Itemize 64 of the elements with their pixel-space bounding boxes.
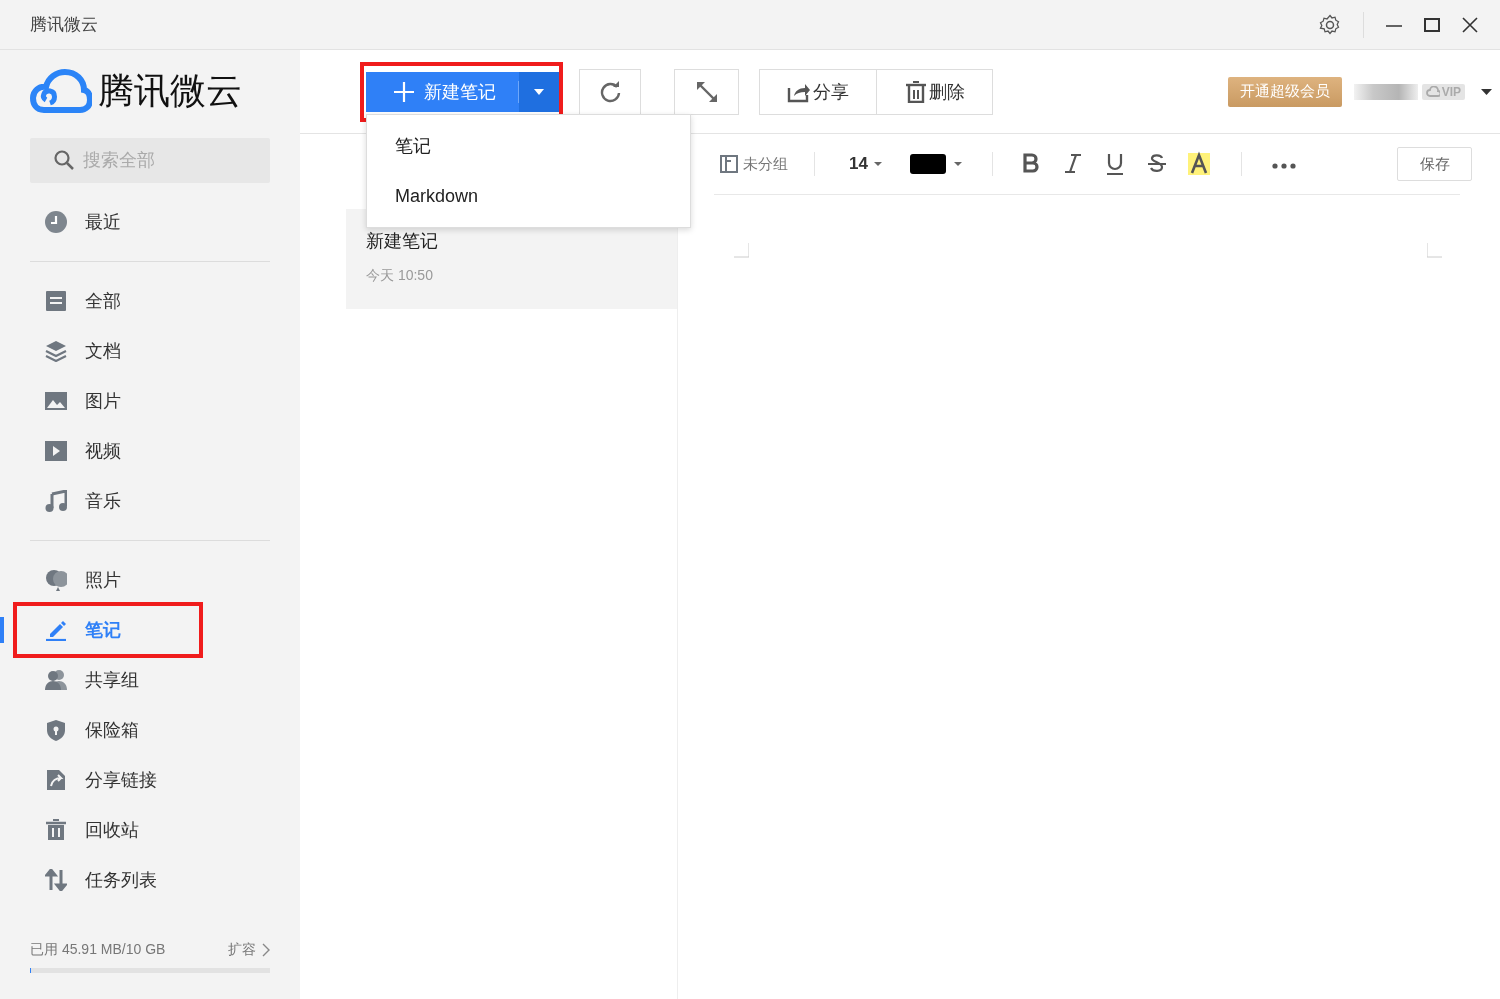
menu-item[interactable]: 笔记 [367, 121, 690, 171]
cloud-icon [1425, 86, 1440, 97]
share-arrow-icon [45, 769, 67, 791]
highlight-button[interactable] [1186, 151, 1211, 177]
blurred-username [1353, 83, 1418, 100]
clock-icon [45, 211, 67, 233]
plus-icon [394, 81, 414, 102]
refresh-icon [599, 80, 621, 103]
dropdown-button[interactable] [519, 71, 559, 112]
layers-icon [45, 340, 67, 362]
sidebar-item[interactable]: 分享链接 [30, 755, 270, 805]
note-time: 今天 10:50 [366, 267, 434, 285]
sidebar-item[interactable]: 共享组 [30, 655, 270, 705]
window-title: 腾讯微云 [30, 14, 98, 36]
maximize-icon[interactable] [1424, 16, 1440, 33]
expand-button[interactable] [674, 68, 739, 115]
vip-badge: VIP [1421, 83, 1465, 100]
new-note-button[interactable]: 新建笔记 [394, 80, 519, 103]
corner-mark [734, 243, 749, 258]
caret-down-icon [873, 162, 882, 166]
trash-icon [45, 819, 67, 841]
cloud-logo-icon [30, 68, 92, 114]
font-size-selector[interactable]: 14 [843, 153, 888, 175]
play-icon [45, 440, 67, 462]
note-title: 新建笔记 [366, 230, 439, 253]
image-icon [45, 390, 67, 412]
more-icon [1271, 162, 1296, 169]
sort-arrows-icon [45, 869, 67, 891]
expand-arrows-icon [695, 80, 718, 103]
sidebar-item[interactable]: 图片 [30, 376, 270, 426]
refresh-button[interactable] [579, 68, 641, 115]
sidebar-item[interactable]: 照片 [30, 555, 270, 605]
sidebar-item[interactable]: 音乐 [30, 476, 270, 526]
sidebar-item[interactable]: 保险箱 [30, 705, 270, 755]
pencil-icon [45, 619, 67, 641]
logo-text: 腾讯微云 [98, 68, 242, 113]
expand-link[interactable]: 扩容 [228, 941, 270, 959]
trash-icon [904, 80, 927, 103]
font-color-picker[interactable] [909, 154, 962, 174]
highlight-icon [1186, 151, 1211, 177]
search-icon [54, 150, 74, 170]
save-button[interactable]: 保存 [1397, 147, 1472, 181]
sidebar-item[interactable]: 最近 [30, 197, 270, 247]
sidebar-item[interactable]: 文档 [30, 326, 270, 376]
corner-mark [1427, 243, 1442, 258]
notebook-icon [720, 155, 738, 173]
sidebar-item[interactable]: 任务列表 [30, 855, 270, 905]
document-icon [45, 290, 67, 312]
music-note-icon [45, 490, 67, 512]
people-icon [45, 669, 67, 691]
balloon-icon [45, 569, 67, 591]
caret-down-icon [953, 162, 962, 166]
sidebar-item[interactable]: 回收站 [30, 805, 270, 855]
chevron-right-icon [262, 943, 270, 957]
caret-down-icon [534, 88, 544, 95]
settings-icon[interactable] [1319, 13, 1341, 36]
caret-down-icon[interactable] [1481, 88, 1492, 95]
storage-usage-text: 已用 45.91 MB/10 GB [30, 941, 166, 959]
sidebar-item[interactable]: 视频 [30, 426, 270, 476]
close-icon[interactable] [1462, 16, 1478, 33]
sidebar-item[interactable]: 全部 [30, 276, 270, 326]
folder-selector[interactable]: 未分组 [714, 153, 814, 175]
search-field[interactable]: 搜索全部 [30, 138, 270, 183]
shield-icon [45, 719, 67, 741]
